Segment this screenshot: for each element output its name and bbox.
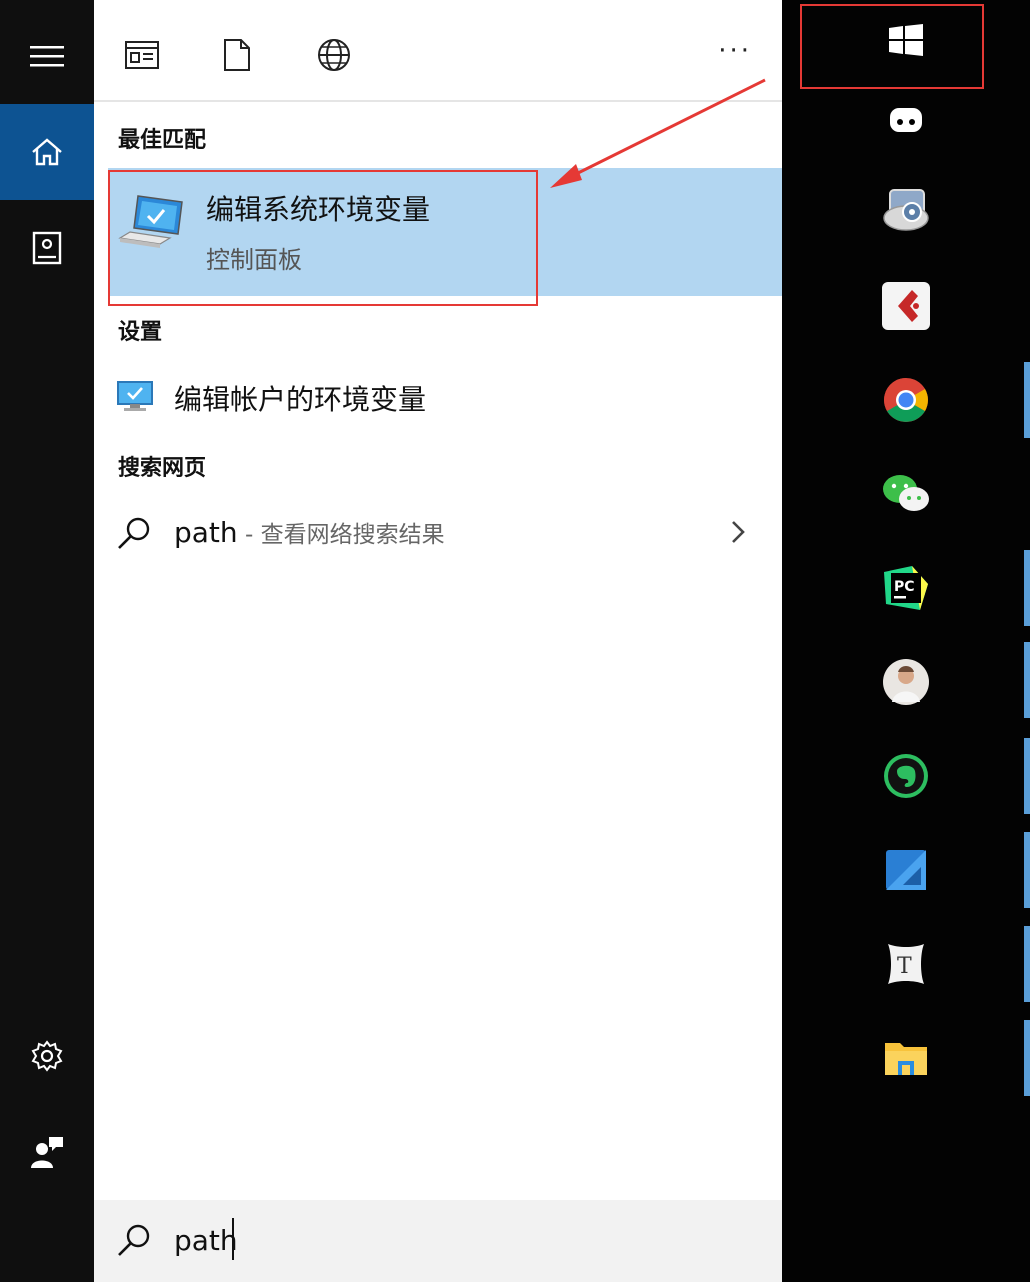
taskbar: PC T (782, 0, 1030, 1282)
pycharm-letters: PC (894, 579, 915, 595)
running-indicator (1024, 550, 1030, 626)
feedback-button[interactable] (0, 1104, 94, 1200)
taskbar-avatar-app[interactable] (882, 658, 930, 706)
annotation-arrow (550, 78, 766, 188)
typora-icon: T (888, 944, 924, 984)
search-icon (118, 517, 150, 549)
cuda-app-icon (882, 282, 930, 330)
left-rail (0, 0, 94, 1282)
settings-button[interactable] (0, 1008, 94, 1104)
search-box-icon (118, 1224, 150, 1256)
best-match-subtitle: 控制面板 (206, 246, 302, 274)
wechat-icon (883, 475, 929, 511)
running-indicator (1024, 832, 1030, 908)
running-indicator (1024, 738, 1030, 814)
settings-heading: 设置 (118, 320, 163, 345)
running-indicator (1024, 642, 1030, 718)
media-app-icon (883, 189, 929, 231)
web-filter-button[interactable] (309, 30, 359, 80)
search-bar (94, 1200, 782, 1282)
web-icon (318, 39, 350, 71)
best-match-heading: 最佳匹配 (118, 128, 207, 153)
feedback-icon (31, 1137, 63, 1168)
blue-app-icon (886, 850, 926, 890)
document-icon (224, 39, 250, 71)
documents-filter-button[interactable] (212, 30, 262, 80)
taskbar-file-explorer[interactable] (882, 1034, 930, 1082)
more-options-button[interactable]: ··· (718, 36, 752, 66)
running-indicator (1024, 362, 1030, 438)
windows-logo-icon (889, 24, 923, 56)
web-query-text: path (174, 516, 238, 549)
settings-result[interactable]: 编辑帐户的环境变量 (108, 360, 782, 436)
search-input[interactable] (174, 1218, 734, 1262)
taskbar-wechat[interactable] (882, 470, 930, 518)
web-query-suffix: - 查看网络搜索结果 (237, 522, 445, 548)
menu-button[interactable] (0, 8, 94, 104)
taskbar-app-1[interactable] (882, 96, 930, 144)
taskbar-blue-app[interactable] (882, 846, 930, 894)
file-explorer-icon (885, 1043, 927, 1075)
menu-icon (30, 46, 64, 67)
running-indicator (1024, 926, 1030, 1002)
chrome-icon (884, 378, 928, 422)
settings-result-label: 编辑帐户的环境变量 (174, 383, 427, 416)
home-icon (32, 138, 62, 166)
settings-icon (31, 1040, 63, 1072)
notebook-button[interactable] (0, 200, 94, 296)
start-button[interactable] (882, 16, 930, 64)
avatar-app-icon (883, 659, 929, 705)
typora-letter: T (897, 954, 912, 979)
control-panel-monitor-icon (118, 195, 183, 248)
chevron-right-icon[interactable] (730, 519, 746, 545)
taskbar-pycharm[interactable]: PC (882, 564, 930, 612)
best-match-title: 编辑系统环境变量 (206, 193, 431, 226)
web-search-heading: 搜索网页 (118, 456, 207, 481)
text-caret (232, 1218, 234, 1260)
notebook-icon (32, 231, 62, 265)
web-search-query: path - 查看网络搜索结果 (174, 515, 445, 549)
web-search-result[interactable]: path - 查看网络搜索结果 (108, 495, 782, 571)
monitor-settings-icon (117, 381, 153, 411)
taskbar-evernote[interactable] (882, 752, 930, 800)
taskbar-media-app[interactable] (882, 186, 930, 234)
apps-filter-button[interactable] (117, 30, 167, 80)
running-indicator (1024, 1020, 1030, 1096)
taskbar-typora[interactable]: T (882, 940, 930, 988)
pycharm-icon: PC (884, 566, 928, 610)
taskbar-cuda-app[interactable] (882, 282, 930, 330)
app-icon (890, 108, 922, 132)
apps-icon (125, 41, 159, 69)
evernote-icon (884, 754, 928, 798)
taskbar-chrome[interactable] (882, 376, 930, 424)
home-button[interactable] (0, 104, 94, 200)
